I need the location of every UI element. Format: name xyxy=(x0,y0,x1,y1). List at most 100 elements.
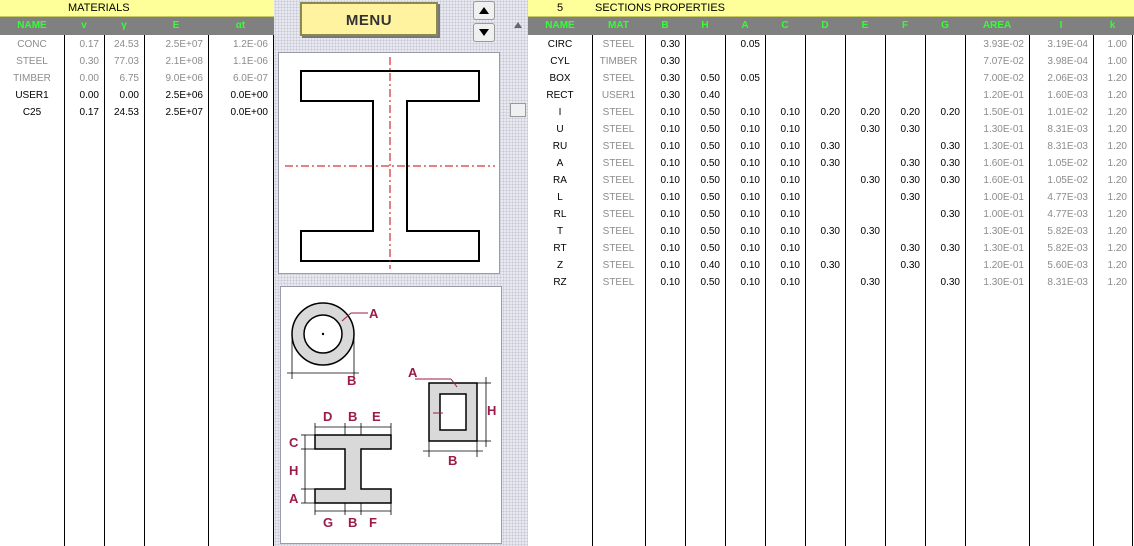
table-cell-e[interactable] xyxy=(845,53,880,70)
table-cell-mat[interactable]: STEEL xyxy=(592,206,645,223)
table-cell-name[interactable]: CYL xyxy=(528,53,592,70)
table-cell-a[interactable]: 0.10 xyxy=(725,138,760,155)
table-cell-name[interactable]: C25 xyxy=(0,104,64,121)
scroll-arrow-icon[interactable] xyxy=(513,20,523,30)
table-cell-g[interactable]: 0.30 xyxy=(925,274,960,291)
table-cell-a[interactable]: 1.2E-06 xyxy=(208,36,268,53)
table-cell-k[interactable]: 1.00 xyxy=(1093,36,1127,53)
table-cell-d[interactable]: 0.30 xyxy=(805,155,840,172)
table-cell-i[interactable]: 8.31E-03 xyxy=(1029,138,1088,155)
table-cell-k[interactable]: 1.20 xyxy=(1093,138,1127,155)
table-cell-mat[interactable]: STEEL xyxy=(592,104,645,121)
table-cell-area[interactable]: 1.60E-01 xyxy=(965,172,1024,189)
table-cell-h[interactable]: 0.50 xyxy=(685,172,720,189)
table-cell-b[interactable]: 0.10 xyxy=(645,206,680,223)
table-cell-b[interactable]: 0.30 xyxy=(645,70,680,87)
table-cell-area[interactable]: 7.00E-02 xyxy=(965,70,1024,87)
table-cell-a[interactable] xyxy=(725,53,760,70)
table-cell-g[interactable]: 24.53 xyxy=(104,104,139,121)
table-cell-h[interactable]: 0.50 xyxy=(685,155,720,172)
table-cell-h[interactable]: 0.50 xyxy=(685,104,720,121)
table-cell-name[interactable]: A xyxy=(528,155,592,172)
table-cell-g[interactable]: 0.20 xyxy=(925,104,960,121)
table-cell-e[interactable]: 0.30 xyxy=(845,274,880,291)
table-cell-e[interactable]: 0.30 xyxy=(845,223,880,240)
table-cell-k[interactable]: 1.20 xyxy=(1093,87,1127,104)
table-cell-c[interactable] xyxy=(765,36,800,53)
table-cell-name[interactable]: T xyxy=(528,223,592,240)
table-cell-i[interactable]: 4.77E-03 xyxy=(1029,206,1088,223)
table-cell-c[interactable]: 0.10 xyxy=(765,223,800,240)
table-cell-area[interactable]: 3.93E-02 xyxy=(965,36,1024,53)
table-cell-f[interactable] xyxy=(885,53,920,70)
table-cell-d[interactable] xyxy=(805,87,840,104)
table-cell-b[interactable]: 0.10 xyxy=(645,240,680,257)
table-cell-a[interactable]: 0.10 xyxy=(725,172,760,189)
table-cell-k[interactable]: 1.20 xyxy=(1093,155,1127,172)
table-cell-i[interactable]: 5.82E-03 xyxy=(1029,240,1088,257)
table-cell-mat[interactable]: STEEL xyxy=(592,257,645,274)
table-cell-k[interactable]: 1.20 xyxy=(1093,104,1127,121)
table-cell-area[interactable]: 1.00E-01 xyxy=(965,189,1024,206)
table-cell-a[interactable]: 0.0E+00 xyxy=(208,87,268,104)
table-cell-name[interactable]: USER1 xyxy=(0,87,64,104)
table-cell-area[interactable]: 1.50E-01 xyxy=(965,104,1024,121)
table-cell-e[interactable]: 2.5E+07 xyxy=(144,104,203,121)
table-cell-h[interactable]: 0.50 xyxy=(685,70,720,87)
table-cell-k[interactable]: 1.20 xyxy=(1093,70,1127,87)
table-cell-mat[interactable]: STEEL xyxy=(592,121,645,138)
table-cell-i[interactable]: 1.05E-02 xyxy=(1029,172,1088,189)
table-cell-v[interactable]: 0.17 xyxy=(64,36,99,53)
table-cell-i[interactable]: 1.01E-02 xyxy=(1029,104,1088,121)
table-cell-e[interactable] xyxy=(845,155,880,172)
table-cell-i[interactable]: 1.05E-02 xyxy=(1029,155,1088,172)
table-cell-c[interactable]: 0.10 xyxy=(765,257,800,274)
scroll-up-button[interactable] xyxy=(473,1,495,20)
table-cell-mat[interactable]: STEEL xyxy=(592,274,645,291)
table-cell-c[interactable]: 0.10 xyxy=(765,104,800,121)
table-cell-g[interactable]: 0.30 xyxy=(925,172,960,189)
table-cell-h[interactable]: 0.50 xyxy=(685,189,720,206)
table-cell-area[interactable]: 1.60E-01 xyxy=(965,155,1024,172)
table-cell-g[interactable]: 0.00 xyxy=(104,87,139,104)
table-cell-area[interactable]: 1.30E-01 xyxy=(965,240,1024,257)
table-cell-e[interactable] xyxy=(845,87,880,104)
table-cell-f[interactable]: 0.30 xyxy=(885,121,920,138)
table-cell-area[interactable]: 1.30E-01 xyxy=(965,121,1024,138)
table-cell-a[interactable]: 0.10 xyxy=(725,206,760,223)
table-cell-c[interactable]: 0.10 xyxy=(765,121,800,138)
table-cell-e[interactable]: 0.20 xyxy=(845,104,880,121)
table-cell-k[interactable]: 1.00 xyxy=(1093,53,1127,70)
table-cell-name[interactable]: L xyxy=(528,189,592,206)
table-cell-v[interactable]: 0.00 xyxy=(64,70,99,87)
table-cell-b[interactable]: 0.30 xyxy=(645,87,680,104)
table-cell-d[interactable]: 0.30 xyxy=(805,138,840,155)
table-cell-k[interactable]: 1.20 xyxy=(1093,121,1127,138)
table-cell-mat[interactable]: USER1 xyxy=(592,87,645,104)
table-cell-g[interactable] xyxy=(925,70,960,87)
table-cell-mat[interactable]: STEEL xyxy=(592,172,645,189)
table-cell-e[interactable]: 9.0E+06 xyxy=(144,70,203,87)
table-cell-name[interactable]: CONC xyxy=(0,36,64,53)
table-cell-d[interactable] xyxy=(805,53,840,70)
table-cell-b[interactable]: 0.10 xyxy=(645,172,680,189)
table-cell-k[interactable]: 1.20 xyxy=(1093,172,1127,189)
table-cell-a[interactable] xyxy=(725,87,760,104)
table-cell-c[interactable]: 0.10 xyxy=(765,172,800,189)
table-cell-f[interactable] xyxy=(885,223,920,240)
table-cell-f[interactable] xyxy=(885,70,920,87)
table-cell-e[interactable] xyxy=(845,138,880,155)
table-cell-a[interactable]: 1.1E-06 xyxy=(208,53,268,70)
table-cell-e[interactable]: 2.5E+07 xyxy=(144,36,203,53)
table-cell-mat[interactable]: STEEL xyxy=(592,155,645,172)
table-cell-name[interactable]: CIRC xyxy=(528,36,592,53)
table-cell-area[interactable]: 1.30E-01 xyxy=(965,274,1024,291)
table-cell-a[interactable]: 0.10 xyxy=(725,104,760,121)
table-cell-f[interactable] xyxy=(885,36,920,53)
table-cell-g[interactable]: 0.30 xyxy=(925,240,960,257)
table-cell-mat[interactable]: STEEL xyxy=(592,223,645,240)
table-cell-name[interactable]: I xyxy=(528,104,592,121)
table-cell-mat[interactable]: STEEL xyxy=(592,138,645,155)
table-cell-h[interactable] xyxy=(685,36,720,53)
table-cell-g[interactable]: 0.30 xyxy=(925,206,960,223)
